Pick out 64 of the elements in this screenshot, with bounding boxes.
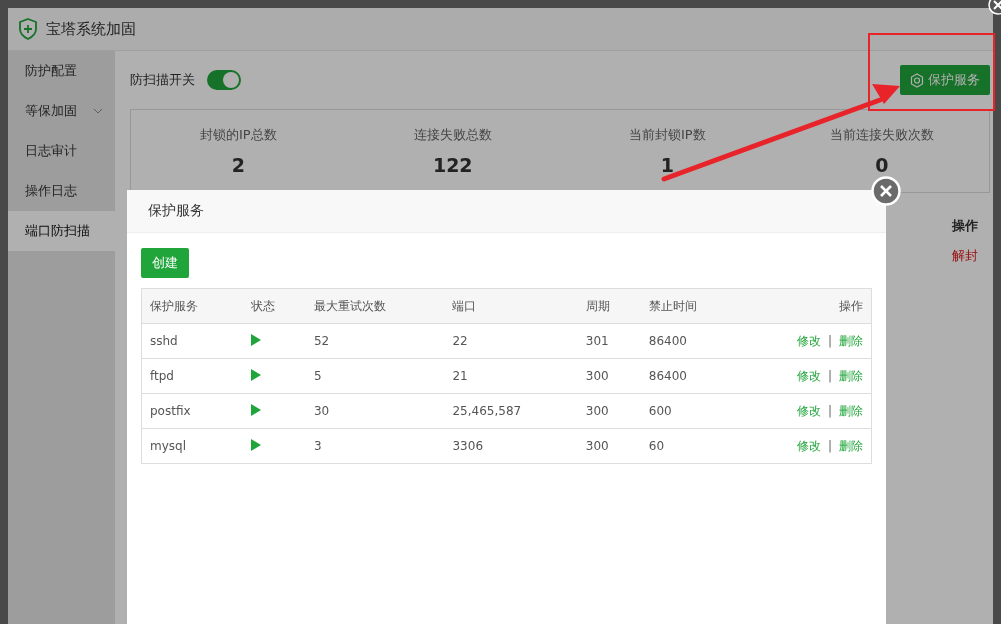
separator: | [827,438,832,453]
stat-label: 当前连接失败次数 [829,126,934,144]
column-header: 操作 [952,217,978,235]
sidebar-item[interactable]: 防护配置 [8,51,115,91]
delete-link[interactable]: 删除 [839,403,863,418]
protect-service-button[interactable]: 保护服务 [900,65,990,95]
column-header: 状态 [243,288,306,324]
unblock-link[interactable]: 解封 [952,241,978,271]
sidebar-item[interactable]: 端口防扫描 [8,211,115,251]
table-cell: 600 [640,393,742,429]
table-cell: ftpd [141,358,243,394]
column-header: 保护服务 [141,288,243,324]
table-cell: 30 [305,393,445,429]
stat-label: 当前封锁IP数 [628,126,706,144]
stat-label: 封锁的IP总数 [199,126,277,144]
separator: | [827,333,832,348]
edit-link[interactable]: 修改 [796,333,821,348]
edit-link[interactable]: 修改 [796,438,821,453]
play-icon[interactable] [251,403,261,416]
create-button[interactable]: 创建 [141,248,189,278]
table-cell: postfix [141,393,243,429]
table-cell: 301 [577,323,641,359]
sidebar-item[interactable]: 操作日志 [8,171,115,211]
column-header: 端口 [444,288,578,324]
column-header: 最大重试次数 [305,288,445,324]
column-header: 周期 [577,288,641,324]
dialog-title: 保护服务 [148,202,204,220]
table-cell: 60 [640,428,742,464]
table-cell: 25,465,587 [444,393,578,429]
toggle-switch[interactable] [207,70,241,90]
stat-label: 连接失败总数 [413,126,492,144]
switch-label: 防扫描开关 [130,71,195,89]
separator: | [827,403,832,418]
delete-link[interactable]: 删除 [839,333,863,348]
edit-link[interactable]: 修改 [796,368,821,383]
play-icon[interactable] [251,368,261,381]
table-cell: 5 [305,358,445,394]
table-cell: sshd [141,323,243,359]
table-cell: 52 [305,323,445,359]
play-icon[interactable] [251,438,261,451]
sidebar-item[interactable]: 等保加固 [8,91,115,131]
window-title: 宝塔系统加固 [46,19,136,39]
stat-value: 0 [875,154,889,176]
column-header: 禁止时间 [640,288,742,324]
stat-value: 122 [432,154,473,176]
delete-link[interactable]: 删除 [839,368,863,383]
table-cell: 3306 [444,428,578,464]
table-cell: 86400 [640,358,742,394]
table-cell: 300 [577,428,641,464]
play-icon[interactable] [251,333,261,346]
edit-link[interactable]: 修改 [796,403,821,418]
separator: | [827,368,832,383]
table-cell: 3 [305,428,445,464]
table-cell: 86400 [640,323,742,359]
sidebar-item[interactable]: 日志审计 [8,131,115,171]
stat-value: 2 [231,154,245,176]
table-cell: 300 [577,358,641,394]
table-cell: mysql [141,428,243,464]
table-cell: 300 [577,393,641,429]
column-header: 操作 [741,288,872,324]
table-cell: 21 [444,358,578,394]
table-cell: 22 [444,323,578,359]
stat-value: 1 [660,154,674,176]
delete-link[interactable]: 删除 [839,438,863,453]
